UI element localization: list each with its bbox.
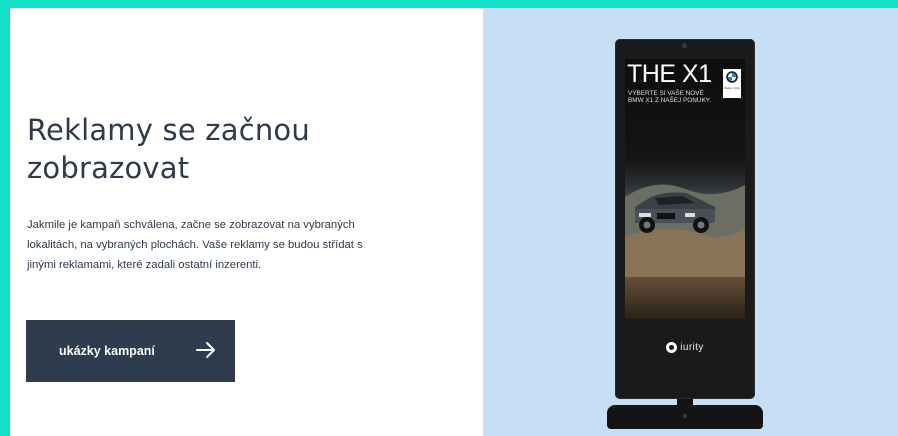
section-description: Jakmile je kampaň schválena, začne se zo… <box>27 219 363 271</box>
camera-icon <box>682 43 687 48</box>
arrow-right-icon <box>196 342 215 358</box>
kiosk-showcase-panel: THE X1 VYBERTE SI VAŠE NOVÉ BMW X1 Z NAŠ… <box>483 8 898 436</box>
kiosk-brand-name: iurity <box>680 341 704 353</box>
ad-title: THE X1 <box>627 60 712 88</box>
ad-brand-caption: Radost z jízdy <box>724 87 740 90</box>
page-canvas: Reklamy se začnou zobrazovat Jakmile je … <box>10 8 898 436</box>
digital-kiosk: THE X1 VYBERTE SI VAŠE NOVÉ BMW X1 Z NAŠ… <box>607 39 763 436</box>
ad-brand-badge: Radost z jízdy <box>723 69 741 98</box>
sensor-icon <box>683 414 687 418</box>
kiosk-screen: THE X1 VYBERTE SI VAŠE NOVÉ BMW X1 Z NAŠ… <box>625 59 745 319</box>
ad-subtitle: VYBERTE SI VAŠE NOVÉ BMW X1 Z NAŠEJ PONU… <box>628 90 711 104</box>
kiosk-body: THE X1 VYBERTE SI VAŠE NOVÉ BMW X1 Z NAŠ… <box>615 39 755 399</box>
kiosk-base <box>607 405 763 429</box>
section-headline: Reklamy se začnou zobrazovat <box>27 113 310 185</box>
car-illustration <box>625 184 745 277</box>
iurity-logo-icon <box>666 341 678 353</box>
campaign-examples-button[interactable]: ukázky kampaní <box>26 320 235 382</box>
bmw-logo-icon <box>726 71 738 83</box>
kiosk-brand-mark: iurity <box>615 339 755 355</box>
campaign-examples-label: ukázky kampaní <box>59 344 155 358</box>
content-section: Reklamy se začnou zobrazovat Jakmile je … <box>10 8 482 436</box>
